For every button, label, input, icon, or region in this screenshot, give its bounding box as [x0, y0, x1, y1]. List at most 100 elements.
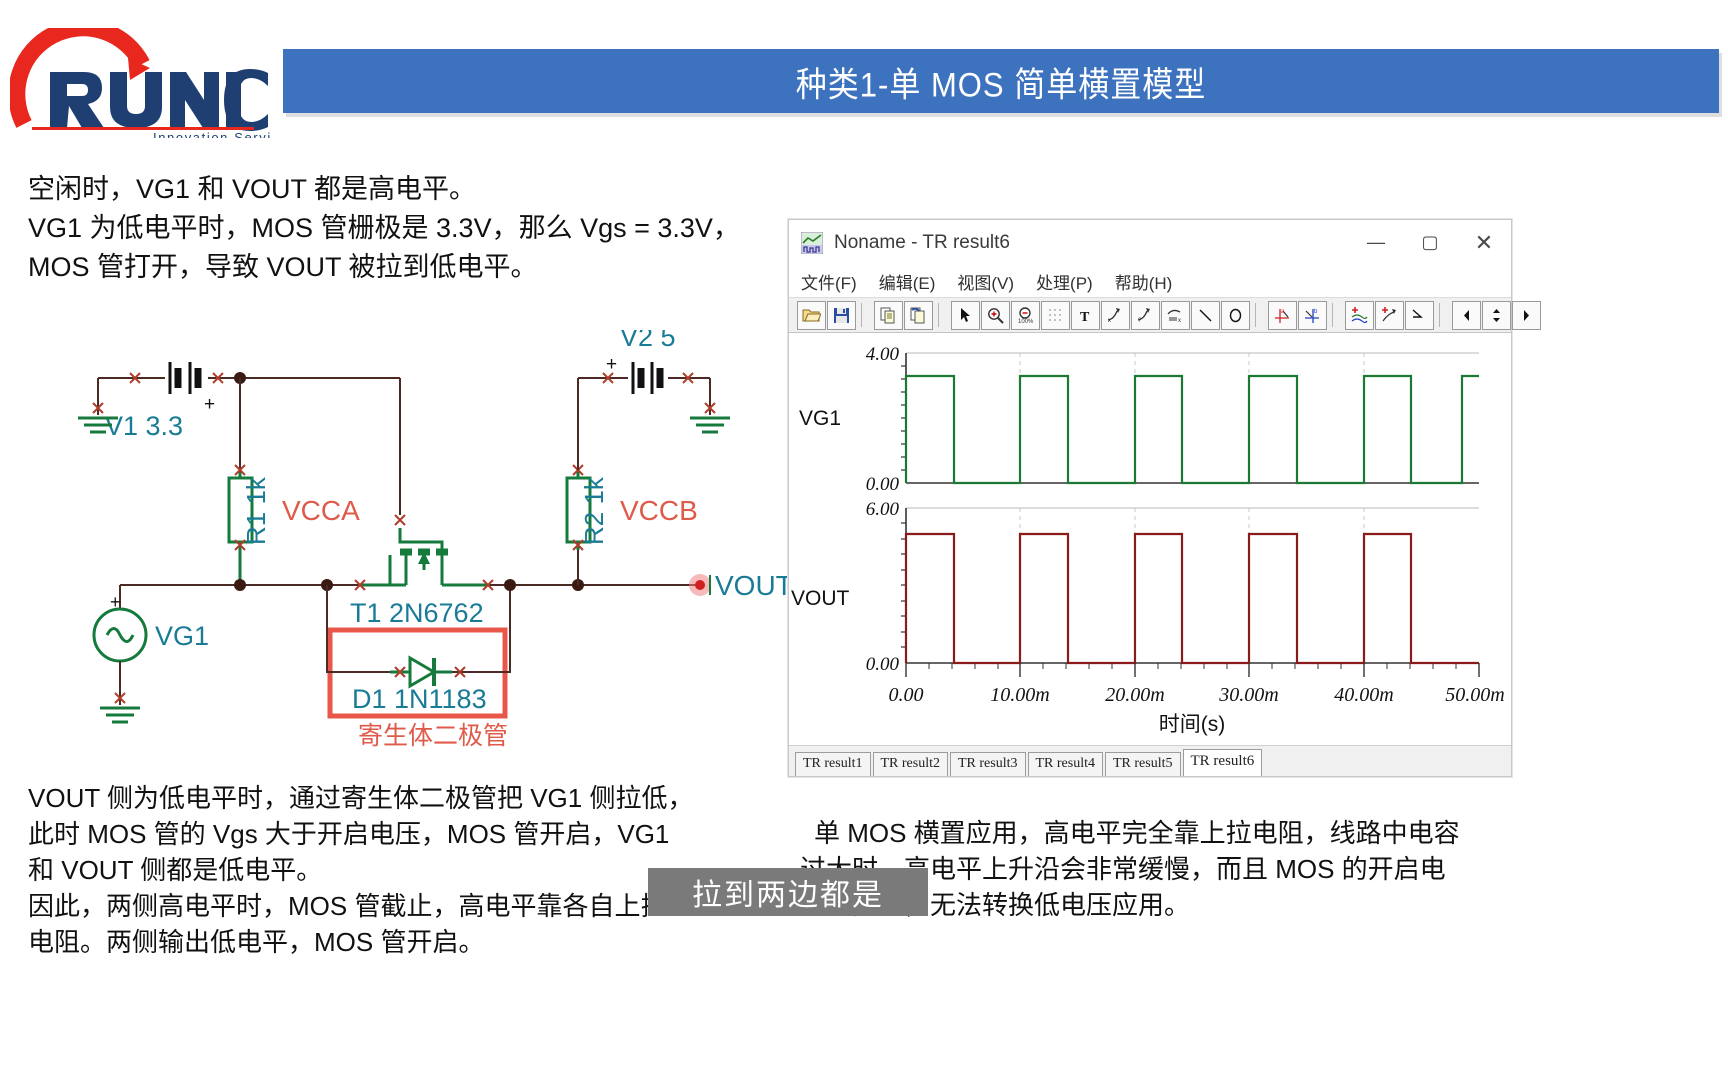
- chart-panel-vout: 6.00 0.00 VOUT: [791, 499, 1480, 677]
- v1-source: + V1 3.3: [98, 362, 240, 441]
- bottom-right-paragraph: 单 MOS 横置应用，高电平完全靠上拉电阻，线路中电容 过大时，高电平上升沿会非…: [800, 815, 1720, 923]
- tab-tr-result3[interactable]: TR result3: [950, 752, 1026, 776]
- curve-formula-icon[interactable]: x: [1161, 300, 1190, 330]
- v2-label: V2 5: [620, 330, 676, 352]
- curve-query-icon[interactable]: ?: [1131, 300, 1160, 330]
- svg-text:x: x: [1178, 318, 1181, 323]
- diode-label: D1 1N1183: [352, 684, 487, 714]
- bottom-right-line-1: 单 MOS 横置应用，高电平完全靠上拉电阻，线路中电容: [814, 818, 1460, 848]
- chart-panel-vg1: 4.00 0.00 VG1: [799, 344, 1479, 495]
- vcca-label: VCCA: [282, 495, 360, 526]
- add-point-icon[interactable]: [1375, 300, 1404, 330]
- zoom-100-icon[interactable]: 100%: [1011, 300, 1040, 330]
- grid-icon[interactable]: [1041, 300, 1070, 330]
- tab-tr-result2[interactable]: TR result2: [872, 752, 948, 776]
- next-icon[interactable]: [1512, 300, 1541, 330]
- menu-edit[interactable]: 编辑(E): [879, 269, 936, 294]
- paste-icon[interactable]: [904, 300, 933, 330]
- bottom-left-line-5: 电阻。两侧输出低电平，MOS 管开启。: [28, 927, 485, 957]
- vg1-plus: +: [110, 592, 121, 612]
- scope-window-title: Noname - TR result6: [834, 231, 1010, 253]
- open-folder-icon[interactable]: [797, 300, 826, 330]
- mosfet-label: T1 2N6762: [350, 598, 484, 628]
- menu-view[interactable]: 视图(V): [957, 269, 1014, 294]
- line-icon[interactable]: [1191, 300, 1220, 330]
- x-tick-0: 0.00: [889, 684, 924, 706]
- ellipse-icon[interactable]: [1221, 300, 1250, 330]
- circuit-schematic: + V1 3.3 R1 1k VCCA + VG1 T1 2N6762 D1 1…: [60, 330, 790, 770]
- r2-resistor: R2 1k VCCB: [565, 378, 698, 585]
- tab-tr-result1[interactable]: TR result1: [795, 752, 871, 776]
- intro-line-1: 空闲时，VG1 和 VOUT 都是高电平。: [28, 174, 477, 204]
- v2-source: + V2 5: [578, 330, 730, 434]
- svg-text:Innovation Service: Innovation Service: [153, 130, 272, 138]
- vout-ymin-label: 0.00: [866, 654, 900, 675]
- r2-label: R2 1k: [579, 476, 609, 545]
- v2-plus: +: [606, 354, 617, 375]
- minimize-button[interactable]: —: [1349, 221, 1403, 265]
- prev-icon[interactable]: [1452, 300, 1481, 330]
- svg-text:T: T: [1080, 310, 1090, 323]
- copy-icon[interactable]: [874, 300, 903, 330]
- scope-titlebar: Noname - TR result6 — ▢ ✕: [789, 220, 1511, 265]
- ground-left: [78, 378, 118, 434]
- cursor-b-icon[interactable]: b: [1298, 300, 1327, 330]
- tab-tr-result4[interactable]: TR result4: [1027, 752, 1103, 776]
- intro-line-2: VG1 为低电平时，MOS 管栅极是 3.3V，那么 Vgs = 3.3V，: [28, 213, 740, 243]
- marker-icon[interactable]: [1405, 300, 1434, 330]
- add-trace-icon[interactable]: [1345, 300, 1374, 330]
- toolbar-separator-3: [1255, 303, 1264, 327]
- menu-help[interactable]: 帮助(H): [1115, 269, 1173, 294]
- scope-result-tabs[interactable]: TR result1 TR result2 TR result3 TR resu…: [789, 745, 1511, 776]
- tab-tr-result6[interactable]: TR result6: [1182, 749, 1263, 776]
- toolbar-separator-4: [1332, 303, 1341, 327]
- spinner-icon[interactable]: [1482, 300, 1511, 330]
- r1-resistor: R1 1k VCCA: [227, 378, 360, 585]
- waveform-chart: 4.00 0.00 VG1 6.00 0.00 VOUT 0.00 10.00m…: [791, 344, 1505, 736]
- cursor-a-icon[interactable]: a: [1268, 300, 1297, 330]
- scope-toolbar: 100% T x ? x a b: [789, 297, 1541, 333]
- x-tick-5: 50.00m: [1445, 684, 1504, 706]
- save-disk-icon[interactable]: [827, 300, 856, 330]
- menu-file[interactable]: 文件(F): [801, 269, 857, 294]
- v1-plus: +: [204, 394, 215, 415]
- toolbar-separator-2: [938, 303, 947, 327]
- curve-tag-icon[interactable]: x: [1101, 300, 1130, 330]
- scope-window[interactable]: Noname - TR result6 — ▢ ✕ 文件(F) 编辑(E) 视图…: [788, 219, 1541, 777]
- menu-process[interactable]: 处理(P): [1036, 269, 1093, 294]
- vout-waveform: [904, 532, 1479, 665]
- page-title: 种类1-单 MOS 简单横置模型: [283, 49, 1719, 113]
- intro-paragraph: 空闲时，VG1 和 VOUT 都是高电平。 VG1 为低电平时，MOS 管栅极是…: [28, 170, 768, 287]
- pointer-icon[interactable]: [951, 300, 980, 330]
- vccb-label: VCCB: [620, 495, 698, 526]
- bottom-left-line-1: VOUT 侧为低电平时，通过寄生体二极管把 VG1 侧拉低，: [28, 783, 694, 813]
- vg1-ymin-label: 0.00: [866, 474, 900, 495]
- r1-label: R1 1k: [241, 476, 271, 545]
- vout-ymax-label: 6.00: [866, 499, 900, 520]
- vout-probe: VOUT: [640, 570, 790, 601]
- node-vcca-mid: [234, 579, 246, 591]
- scope-plot-area[interactable]: 4.00 0.00 VG1 6.00 0.00 VOUT 0.00 10.00m…: [789, 333, 1511, 745]
- x-tick-labels: 0.00 10.00m 20.00m 30.00m 40.00m 50.00m: [889, 684, 1505, 706]
- text-icon[interactable]: T: [1071, 300, 1100, 330]
- v1-label: V1 3.3: [105, 411, 183, 441]
- vout-axis-label: VOUT: [791, 587, 850, 610]
- scope-menubar: 文件(F) 编辑(E) 视图(V) 处理(P) 帮助(H): [789, 265, 1511, 297]
- x-tick-1: 10.00m: [990, 684, 1049, 706]
- bottom-right-line-2: 过大时，高电平上升沿会非常缓慢，而且 MOS 的开启电: [800, 854, 1446, 884]
- vout-label: VOUT: [715, 570, 790, 601]
- zoom-in-icon[interactable]: [981, 300, 1010, 330]
- tab-tr-result5[interactable]: TR result5: [1105, 752, 1181, 776]
- toolbar-separator-5: [1439, 303, 1448, 327]
- vg1-waveform: [904, 374, 1479, 485]
- vg1-ymax-label: 4.00: [866, 344, 900, 365]
- vg1-source: + VG1: [92, 585, 209, 724]
- bottom-right-line-3: 压过高时，无法转换低电压应用。: [800, 890, 1191, 920]
- page-title-text: 种类1-单 MOS 简单横置模型: [795, 64, 1207, 104]
- bottom-left-line-2: 此时 MOS 管的 Vgs 大于开启电压，MOS 管开启，VG1: [28, 819, 670, 849]
- maximize-button[interactable]: ▢: [1403, 221, 1457, 265]
- x-tick-4: 40.00m: [1334, 684, 1393, 706]
- close-button[interactable]: ✕: [1457, 221, 1511, 265]
- x-tick-3: 30.00m: [1218, 684, 1278, 706]
- vg1-axis-label: VG1: [799, 407, 841, 430]
